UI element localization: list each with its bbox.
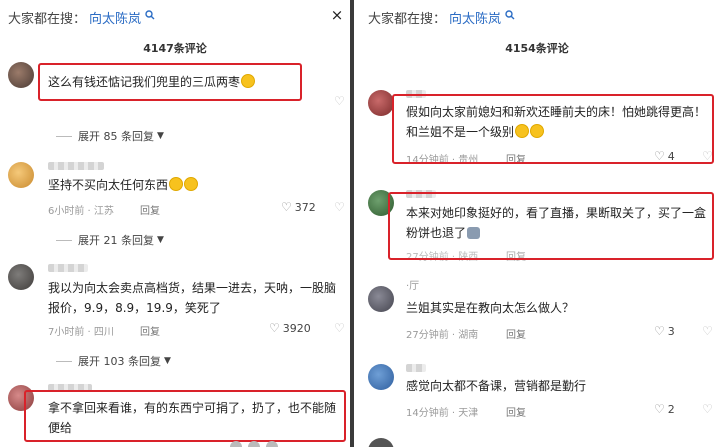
dislike-icon[interactable]: ♡ [702, 324, 713, 338]
chevron-down-icon: ▼ [164, 356, 171, 366]
avatar[interactable] [368, 364, 394, 390]
divider-line [56, 360, 72, 362]
highlight-box [392, 94, 714, 164]
bottom-toolbar [230, 439, 278, 447]
search-prefix: 大家都在搜： [8, 11, 87, 27]
expand-replies-button[interactable]: 展开 103 条回复 ▼ [56, 353, 171, 369]
avatar[interactable] [8, 264, 34, 290]
heart-icon: ♡ [281, 200, 292, 214]
comment-text: 我以为向太会卖点高档货，结果一进去，天呐，一股脑报价，9.9，8.9，19.9，… [48, 281, 337, 315]
avatar[interactable] [368, 90, 394, 116]
reply-button[interactable]: 回复 [506, 326, 526, 341]
expand-replies-button[interactable]: 展开 21 条回复 ▼ [56, 232, 164, 248]
toolbar-dot [230, 441, 242, 447]
reply-button[interactable]: 回复 [506, 404, 526, 419]
search-suggestion-bar[interactable]: 大家都在搜： 向太陈岚 [0, 0, 350, 34]
right-screenshot-panel: 大家都在搜： 向太陈岚 4154条评论 假如向太家前媳妇和新欢还睡前夫的床！怕她… [354, 0, 720, 447]
reply-button[interactable]: 回复 [140, 202, 160, 217]
like-button[interactable]: ♡ 3920 [269, 321, 311, 335]
toolbar-dot [248, 441, 260, 447]
search-term-link[interactable]: 向太陈岚 [89, 8, 141, 27]
dislike-icon[interactable]: ♡ [334, 200, 345, 214]
comment-meta: 14分钟前 · 天津 [406, 408, 479, 419]
comment-text: 感觉向太都不备课，营销都是勤行 [406, 379, 587, 393]
highlight-box [388, 192, 714, 260]
heart-icon: ♡ [269, 321, 280, 335]
comment-count: 4154条评论 [505, 42, 569, 55]
username[interactable]: ·厅 [406, 281, 486, 293]
chevron-down-icon: ▼ [157, 131, 164, 141]
like-button[interactable]: ♡ 372 [281, 200, 316, 214]
left-screenshot-panel: 大家都在搜： 向太陈岚 × 4147条评论 这么有钱还惦记我们兜里的三瓜两枣 ·… [0, 0, 350, 447]
search-icon [145, 10, 155, 20]
comment-meta: 27分钟前 · 湖南 [406, 330, 479, 341]
heart-icon: ♡ [654, 402, 665, 416]
dislike-icon[interactable]: ♡ [334, 94, 345, 108]
avatar[interactable] [8, 62, 34, 88]
like-button[interactable]: ♡ 3 [654, 324, 675, 338]
username-blurred[interactable] [406, 364, 426, 372]
comment-count: 4147条评论 [143, 42, 207, 55]
search-term-link[interactable]: 向太陈岚 [449, 8, 501, 27]
laughing-face-emoji-icon [184, 177, 199, 191]
dislike-icon[interactable]: ♡ [334, 321, 345, 335]
search-icon [505, 10, 515, 20]
chevron-down-icon: ▼ [157, 235, 164, 245]
close-icon[interactable]: × [328, 6, 346, 24]
comment-meta: 7小时前 · 四川 [48, 327, 114, 338]
expand-replies-button[interactable]: 展开 85 条回复 ▼ [56, 128, 164, 144]
divider-line [56, 239, 72, 241]
laughing-face-emoji-icon [169, 177, 184, 191]
username-blurred[interactable] [48, 162, 104, 170]
comment-meta: 6小时前 · 江苏 [48, 206, 114, 217]
dislike-icon[interactable]: ♡ [702, 402, 713, 416]
search-suggestion-bar[interactable]: 大家都在搜： 向太陈岚 [354, 0, 720, 34]
comment-text: 坚持不买向太任何东西 [48, 175, 308, 195]
heart-icon: ♡ [654, 324, 665, 338]
search-prefix: 大家都在搜： [368, 11, 447, 27]
divider-line [56, 135, 72, 137]
avatar[interactable] [8, 162, 34, 188]
comment-text: 兰姐其实是在教向太怎么做人？ [406, 301, 575, 315]
avatar[interactable] [368, 286, 394, 312]
highlight-box [24, 390, 346, 442]
avatar[interactable] [368, 438, 394, 447]
toolbar-dot [266, 441, 278, 447]
highlight-box [38, 63, 302, 101]
like-button[interactable]: ♡ 2 [654, 402, 675, 416]
reply-button[interactable]: 回复 [140, 323, 160, 338]
username-blurred[interactable] [48, 264, 88, 272]
